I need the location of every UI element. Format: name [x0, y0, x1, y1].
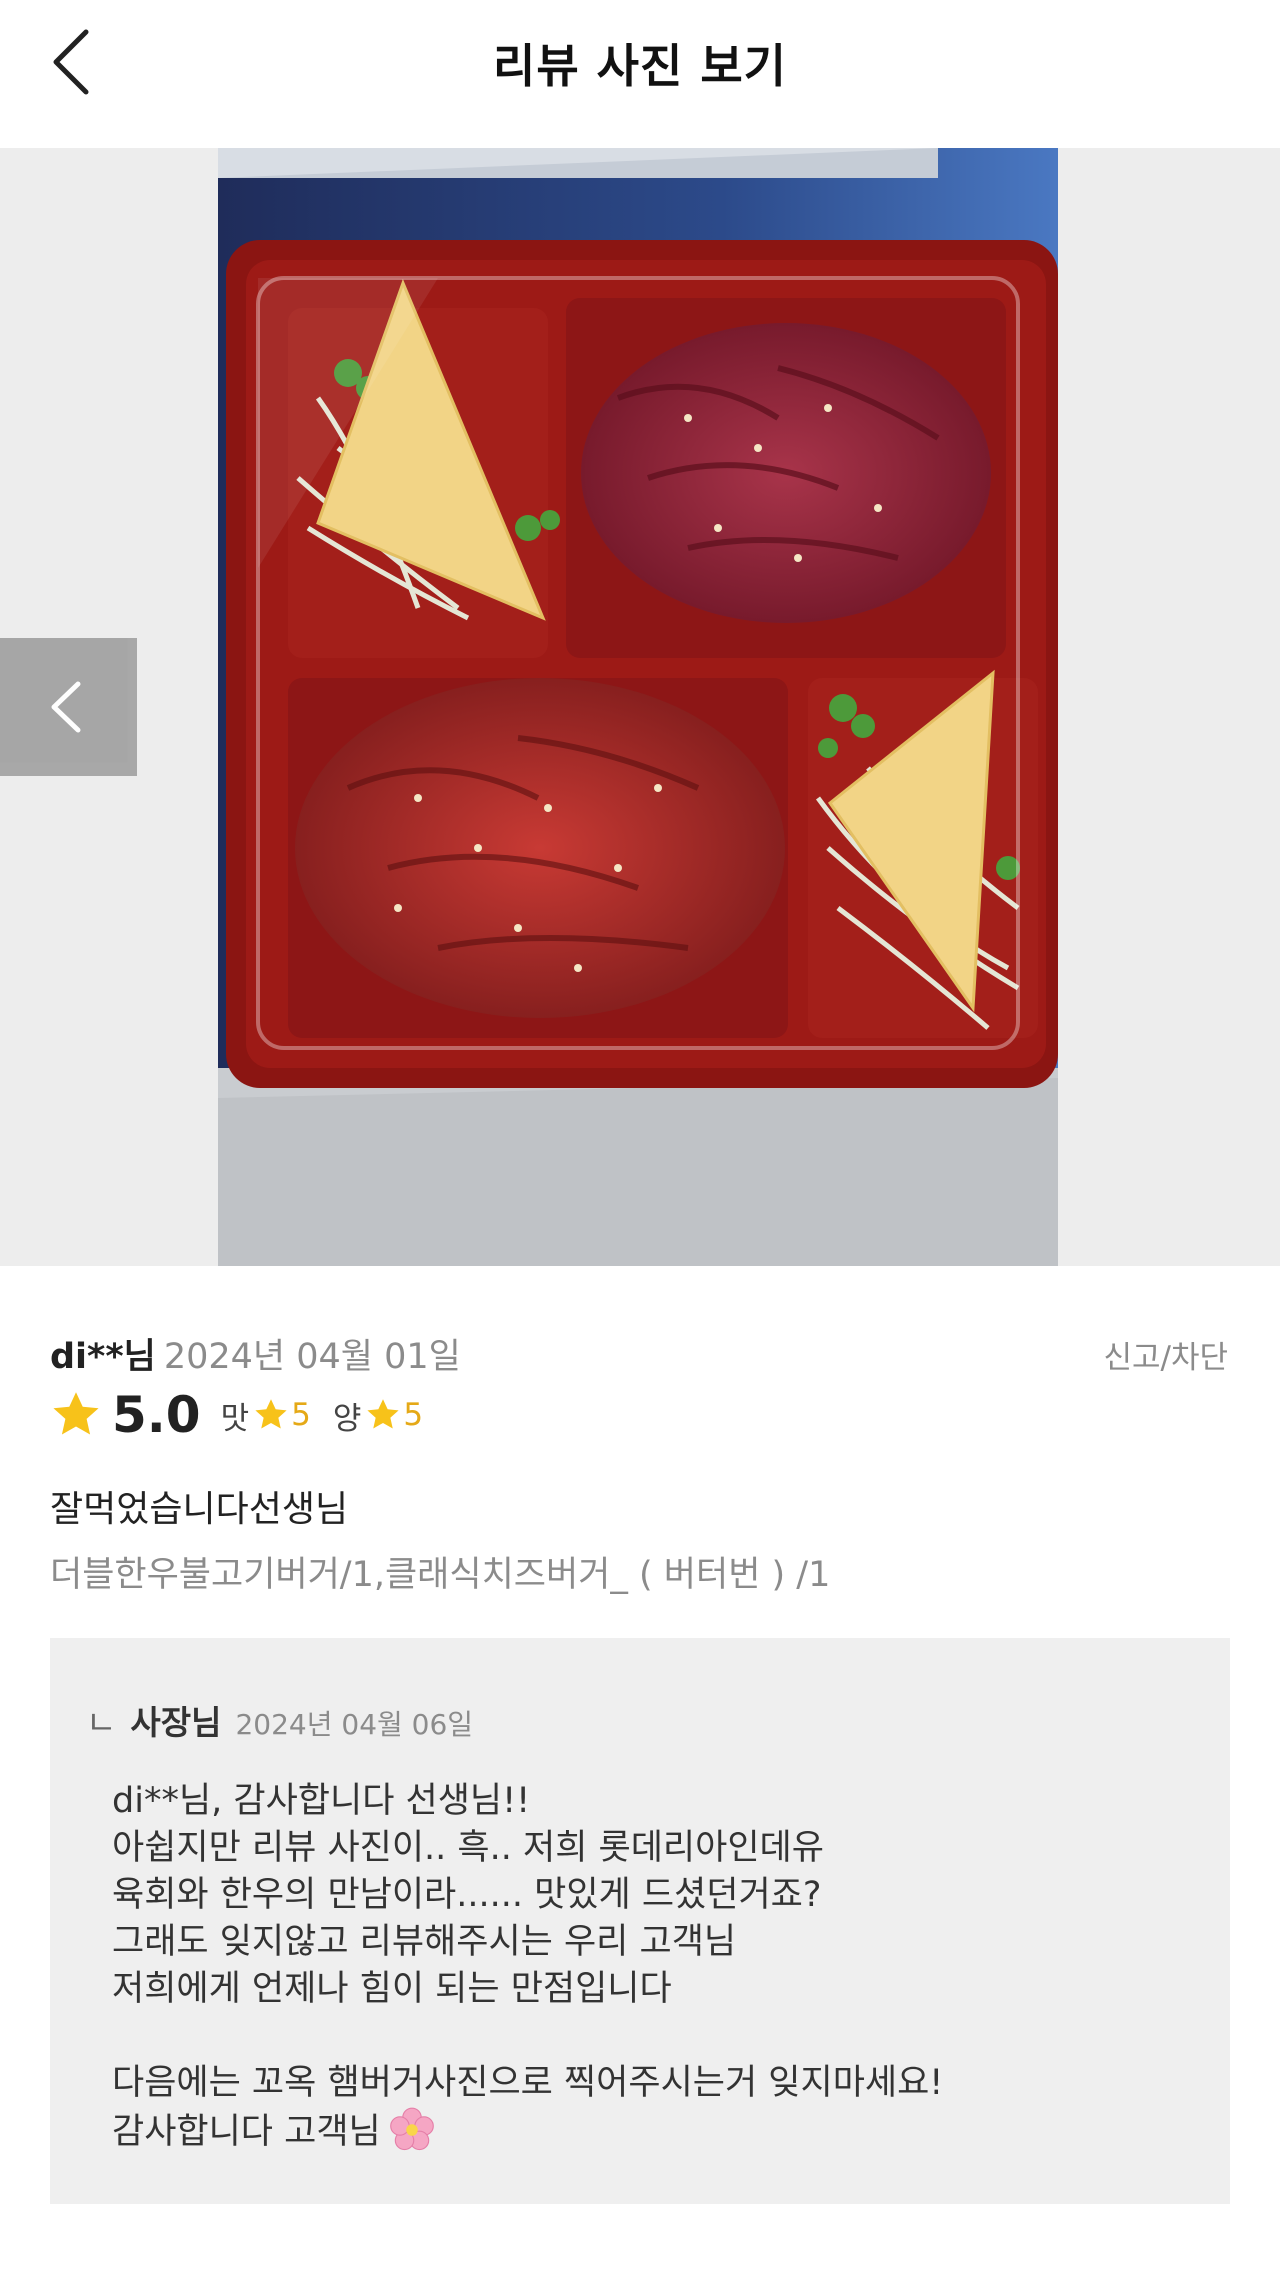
review-text: 잘먹었습니다선생님: [50, 1489, 349, 1530]
quantity-score: 5: [403, 1397, 424, 1433]
reply-author: 사장님: [130, 1703, 222, 1742]
reply-body: di**님, 감사합니다 선생님!! 아쉽지만 리뷰 사진이.. 흑.. 저희 …: [112, 1778, 943, 2156]
star-icon: [255, 1399, 287, 1429]
overall-score: 5.0: [112, 1386, 201, 1444]
review-date: 2024년 04월 01일: [163, 1337, 461, 1377]
reply-last-line: 감사합니다 고객님: [112, 2107, 943, 2156]
reviewer-name: di**님: [50, 1337, 156, 1377]
page-title: 리뷰 사진 보기: [493, 39, 787, 93]
review-meta: di**님 2024년 04월 01일: [50, 1328, 461, 1379]
report-block-link[interactable]: 신고/차단: [1103, 1332, 1228, 1377]
reply-line: di**님, 감사합니다 선생님!!: [112, 1781, 531, 1821]
reply-line: 감사합니다 고객님: [112, 2112, 381, 2152]
taste-label: 맛: [220, 1400, 250, 1437]
star-icon: [53, 1392, 99, 1435]
previous-photo-button[interactable]: [0, 638, 137, 776]
review-photo: [218, 148, 1058, 1266]
reply-indent-mark: ㄴ: [86, 1703, 117, 1742]
reply-line: 다음에는 꼬옥 햄버거사진으로 찍어주시는거 잊지마세요!: [112, 2063, 944, 2103]
reply-header: ㄴ 사장님 2024년 04월 06일: [86, 1696, 473, 1744]
photo-viewer: [0, 148, 1280, 1266]
chevron-left-icon: [51, 681, 81, 733]
reply-line: 저희에게 언제나 힘이 되는 만점입니다: [112, 1969, 672, 2009]
star-icon: [367, 1399, 399, 1429]
reply-line: 아쉽지만 리뷰 사진이.. 흑.. 저희 롯데리아인데유: [112, 1828, 824, 1868]
rating-row: 5.0 맛 5 양 5: [50, 1382, 445, 1448]
ordered-menu: 더블한우불고기버거/1,클래식치즈버거_ ( 버터번 ) /1: [50, 1555, 831, 1595]
reply-date: 2024년 04월 06일: [235, 1708, 474, 1741]
quantity-label: 양: [332, 1400, 362, 1437]
taste-score: 5: [291, 1397, 311, 1433]
reply-line: 그래도 잊지않고 리뷰해주시는 우리 고객님: [112, 1922, 737, 1962]
cherry-blossom-icon: [389, 2107, 434, 2151]
reply-line: 육회와 한우의 만남이라...... 맛있게 드셨던거죠?: [112, 1875, 822, 1915]
top-bar: 리뷰 사진 보기: [0, 0, 1280, 148]
reply-blank-line: [112, 2013, 943, 2060]
owner-reply: ㄴ 사장님 2024년 04월 06일 di**님, 감사합니다 선생님!! 아쉽지…: [50, 1638, 1230, 2204]
